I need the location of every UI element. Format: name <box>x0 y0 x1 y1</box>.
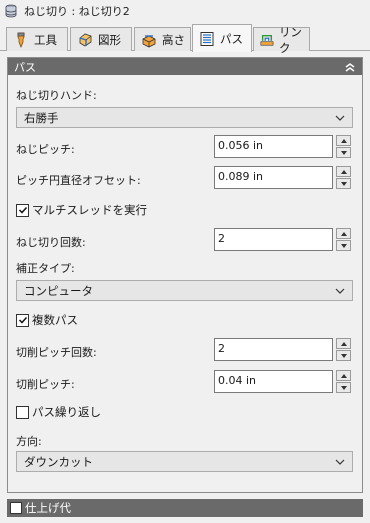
tab-tool[interactable]: 工具 <box>6 27 68 51</box>
tab-geometry[interactable]: 図形 <box>70 27 132 51</box>
panel-header[interactable]: パス <box>8 58 362 75</box>
pass-count-spinner: 2 <box>214 338 352 361</box>
stock-to-leave-checkbox[interactable] <box>10 502 22 514</box>
tab-heights[interactable]: 高さ <box>134 27 191 51</box>
chevron-down-icon <box>335 115 345 121</box>
direction-select[interactable]: ダウンカット <box>16 451 353 472</box>
heights-block-icon <box>142 34 156 47</box>
thread-pitch-input[interactable]: 0.056 in <box>214 135 333 158</box>
spin-up-button[interactable] <box>336 338 351 349</box>
multiple-passes-checkbox[interactable]: 複数パス <box>16 312 78 328</box>
pitch-offset-label: ピッチ円直径オフセット: <box>16 174 141 187</box>
compensation-label: 補正タイプ: <box>16 262 75 275</box>
pass-count-label: 切削ピッチ回数: <box>16 346 97 359</box>
direction-value: ダウンカット <box>24 454 93 469</box>
cut-pitch-label: 切削ピッチ: <box>16 378 75 391</box>
tool-holder-icon <box>17 32 25 48</box>
checkbox-box <box>16 313 29 327</box>
passes-list-icon <box>200 31 214 46</box>
spin-down-button[interactable] <box>336 350 351 361</box>
checkbox-box <box>16 203 29 217</box>
stock-to-leave-label: 仕上げ代 <box>25 501 71 515</box>
chevron-down-icon <box>335 288 345 294</box>
spin-up-button[interactable] <box>336 228 351 239</box>
thread-count-spinner: 2 <box>214 228 352 251</box>
spin-down-button[interactable] <box>336 240 351 251</box>
spin-down-button[interactable] <box>336 147 351 158</box>
spin-up-button[interactable] <box>336 370 351 381</box>
tab-label: 高さ <box>162 32 185 47</box>
thread-pitch-label: ねじピッチ: <box>16 143 75 156</box>
cut-pitch-spinner: 0.04 in <box>214 370 352 393</box>
geometry-cube-icon <box>79 33 92 46</box>
checkbox-box <box>16 405 29 419</box>
cut-pitch-input[interactable]: 0.04 in <box>214 370 333 393</box>
repeat-pass-label: パス繰り返し <box>32 405 101 419</box>
compensation-value: コンピュータ <box>24 283 93 298</box>
panel-title: パス <box>14 60 36 74</box>
checkmark-icon <box>18 316 27 324</box>
tab-passes[interactable]: パス <box>192 24 252 52</box>
stock-to-leave-header[interactable]: 仕上げ代 <box>7 499 363 517</box>
direction-label: 方向: <box>16 435 42 448</box>
threading-hand-select[interactable]: 右勝手 <box>16 107 353 128</box>
tab-label: パス <box>220 31 243 46</box>
pass-count-input[interactable]: 2 <box>214 338 333 361</box>
linking-icon <box>260 34 274 46</box>
spin-down-button[interactable] <box>336 382 351 393</box>
threading-hand-value: 右勝手 <box>24 110 59 125</box>
tab-label: 工具 <box>34 32 57 47</box>
multiple-passes-label: 複数パス <box>32 313 78 327</box>
database-stack-icon <box>5 4 17 18</box>
tab-strip: 工具 図形 高さ パス リンク <box>0 24 370 55</box>
tab-label: 図形 <box>98 32 121 47</box>
multiple-threads-checkbox[interactable]: マルチスレッドを実行 <box>16 202 147 218</box>
tab-label: リンク <box>278 24 302 55</box>
window-title: ねじ切り : ねじ切り2 <box>24 5 130 18</box>
threading-hand-label: ねじ切りハンド: <box>16 89 97 102</box>
multiple-threads-label: マルチスレッドを実行 <box>32 203 147 217</box>
repeat-pass-checkbox[interactable]: パス繰り返し <box>16 404 101 420</box>
checkmark-icon <box>18 206 27 214</box>
spin-up-button[interactable] <box>336 135 351 146</box>
spin-up-button[interactable] <box>336 166 351 177</box>
spin-down-button[interactable] <box>336 178 351 189</box>
thread-pitch-spinner: 0.056 in <box>214 135 352 158</box>
chevron-down-icon <box>335 459 345 465</box>
thread-count-label: ねじ切り回数: <box>16 236 86 249</box>
pitch-offset-spinner: 0.089 in <box>214 166 352 189</box>
collapse-icon[interactable] <box>344 61 356 73</box>
tab-linking[interactable]: リンク <box>253 25 310 55</box>
window-titlebar: ねじ切り : ねじ切り2 <box>0 0 370 22</box>
thread-count-input[interactable]: 2 <box>214 228 333 251</box>
pitch-offset-input[interactable]: 0.089 in <box>214 166 333 189</box>
compensation-select[interactable]: コンピュータ <box>16 280 353 301</box>
